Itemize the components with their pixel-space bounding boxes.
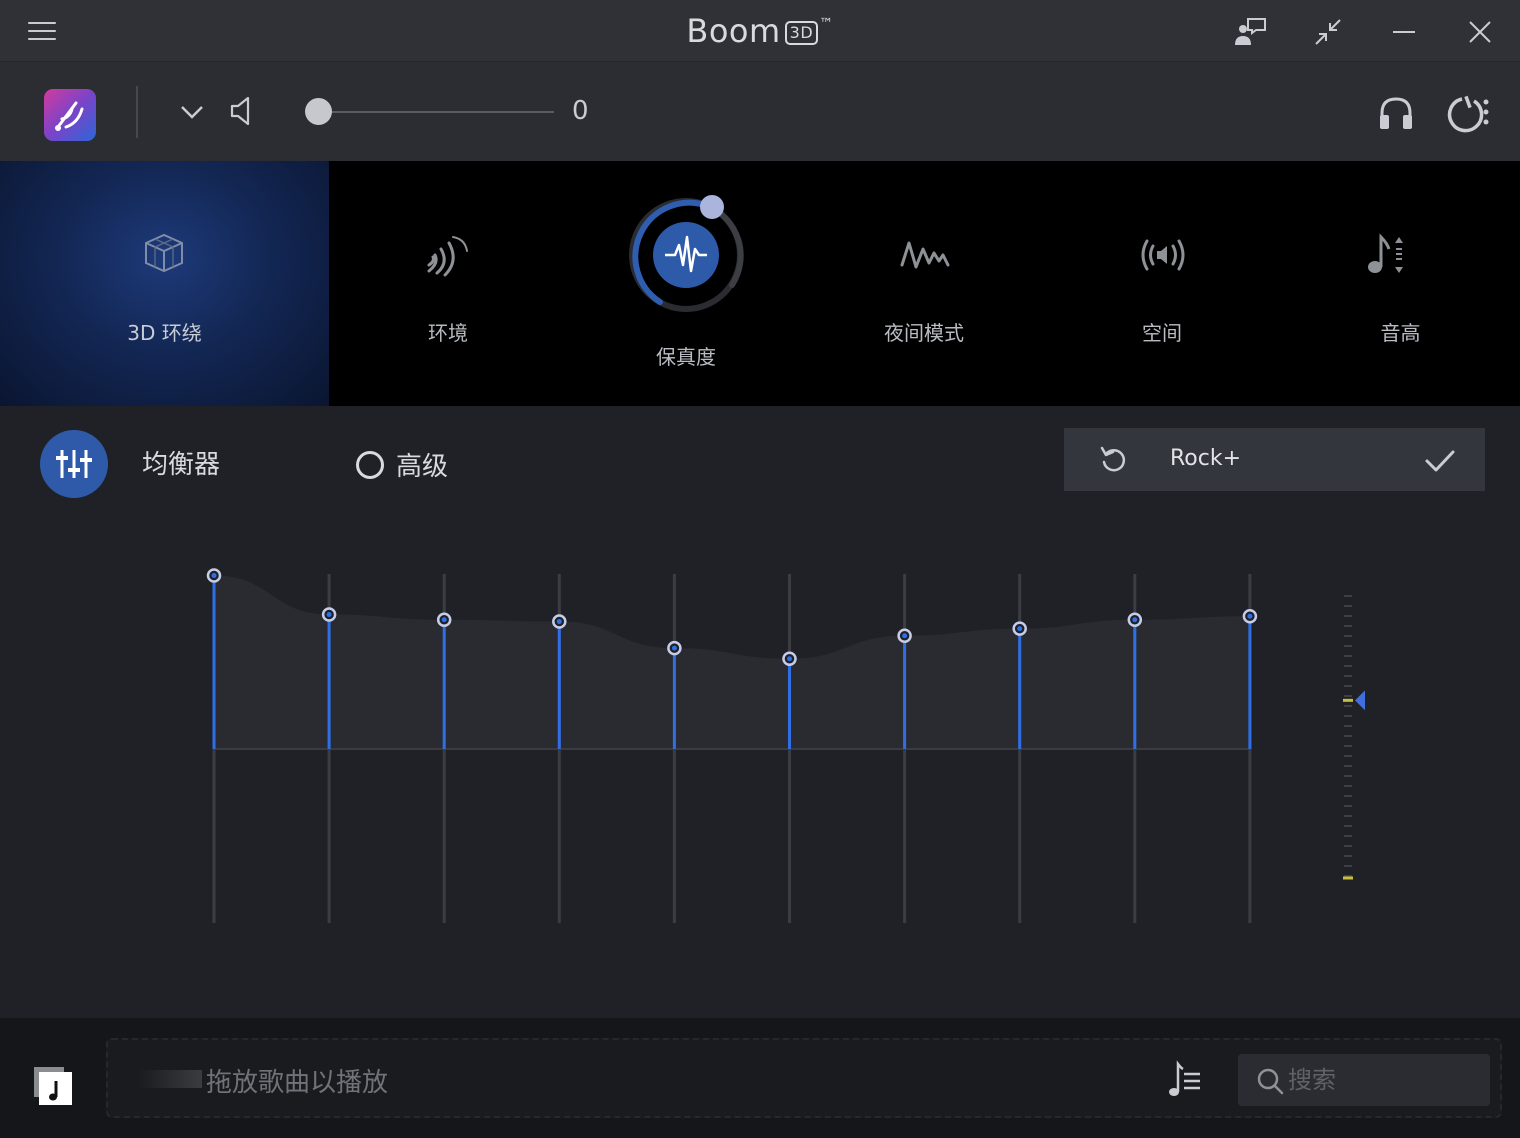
app-logo[interactable] <box>44 89 96 141</box>
equalizer-curve-area <box>214 575 1250 749</box>
night-mode-wave-icon <box>900 241 950 269</box>
toolbar-divider <box>136 86 138 138</box>
effects-panel: 3D 环绕 环境 保真度 夜间模式 空间 音高 <box>0 161 1520 406</box>
eq-band-handle-dot-3 <box>441 617 447 623</box>
boom3d-window: Boom 3D ™ 0 3D 环绕 环境 保真度 夜间模式 空间 音高 均衡器 … <box>0 0 1520 1138</box>
eq-band-handle-dot-2 <box>326 611 332 617</box>
eq-band-handle-dot-9 <box>1132 617 1138 623</box>
effect-3d-surround-label: 3D 环绕 <box>127 321 202 345</box>
eq-band-handle-dot-8 <box>1017 626 1023 632</box>
equalizer-graph[interactable] <box>0 406 1520 1018</box>
effect-ambience-label: 环境 <box>428 321 468 345</box>
effect-3d-surround[interactable]: 3D 环绕 <box>0 161 329 406</box>
effect-fidelity-label: 保真度 <box>656 345 716 369</box>
drop-zone-text: 拖放歌曲以播放 <box>206 1068 389 1098</box>
effect-spatial[interactable]: 空间 <box>1043 161 1281 406</box>
drop-zone-fade <box>138 1070 202 1088</box>
eq-band-handle-dot-6 <box>787 656 792 662</box>
effect-night-mode-label: 夜间模式 <box>884 321 964 345</box>
title-bar: Boom 3D ™ <box>0 0 1520 62</box>
volume-slider-track[interactable] <box>318 111 554 113</box>
app-title: Boom 3D ™ <box>0 12 1520 50</box>
feedback-icon[interactable] <box>1232 14 1268 50</box>
effect-pitch[interactable]: 音高 <box>1281 161 1520 406</box>
ambience-icon <box>427 236 468 277</box>
eq-band-handle-dot-1 <box>211 573 217 579</box>
search-box[interactable] <box>1238 1054 1490 1106</box>
equalizer-panel: 均衡器 高级 Rock+ <box>0 406 1520 1018</box>
search-input[interactable] <box>1288 1062 1478 1098</box>
speaker-icon[interactable] <box>228 95 256 127</box>
trademark-symbol: ™ <box>819 16 834 32</box>
headphones-icon[interactable] <box>1376 93 1416 133</box>
volume-value: 0 <box>572 96 589 126</box>
volume-slider-knob[interactable] <box>305 98 332 125</box>
eq-band-handle-dot-5 <box>671 645 677 651</box>
app-title-3d-badge: 3D <box>784 21 819 45</box>
effect-night-mode[interactable]: 夜间模式 <box>805 161 1043 406</box>
gain-marker-arrow[interactable] <box>1355 690 1365 711</box>
fidelity-dial[interactable] <box>623 191 753 321</box>
toolbar: 0 <box>0 62 1520 161</box>
music-file-icon[interactable] <box>33 1066 73 1106</box>
effect-ambience[interactable]: 环境 <box>329 161 567 406</box>
pitch-icon <box>1368 233 1403 273</box>
drop-zone[interactable]: 拖放歌曲以播放 <box>106 1038 1502 1118</box>
spatial-icon <box>1141 239 1185 271</box>
search-icon <box>1257 1068 1284 1095</box>
player-bar: 拖放歌曲以播放 <box>0 1018 1520 1138</box>
playlist-icon[interactable] <box>1166 1060 1204 1100</box>
effect-fidelity[interactable]: 保真度 <box>567 161 805 406</box>
eq-band-handle-dot-10 <box>1247 613 1253 619</box>
cube-icon <box>145 233 183 273</box>
chevron-down-icon[interactable] <box>176 98 208 126</box>
compact-mode-icon[interactable] <box>1310 14 1346 50</box>
app-logo-glyph <box>55 101 84 131</box>
effect-pitch-label: 音高 <box>1380 321 1421 345</box>
eq-band-handle-dot-4 <box>556 619 562 625</box>
eq-band-handle-dot-7 <box>902 633 908 639</box>
power-menu-icon[interactable] <box>1444 92 1492 134</box>
minimize-icon[interactable] <box>1386 14 1422 50</box>
effect-spatial-label: 空间 <box>1142 321 1182 345</box>
app-title-text: Boom <box>686 12 781 50</box>
close-icon[interactable] <box>1462 14 1498 50</box>
